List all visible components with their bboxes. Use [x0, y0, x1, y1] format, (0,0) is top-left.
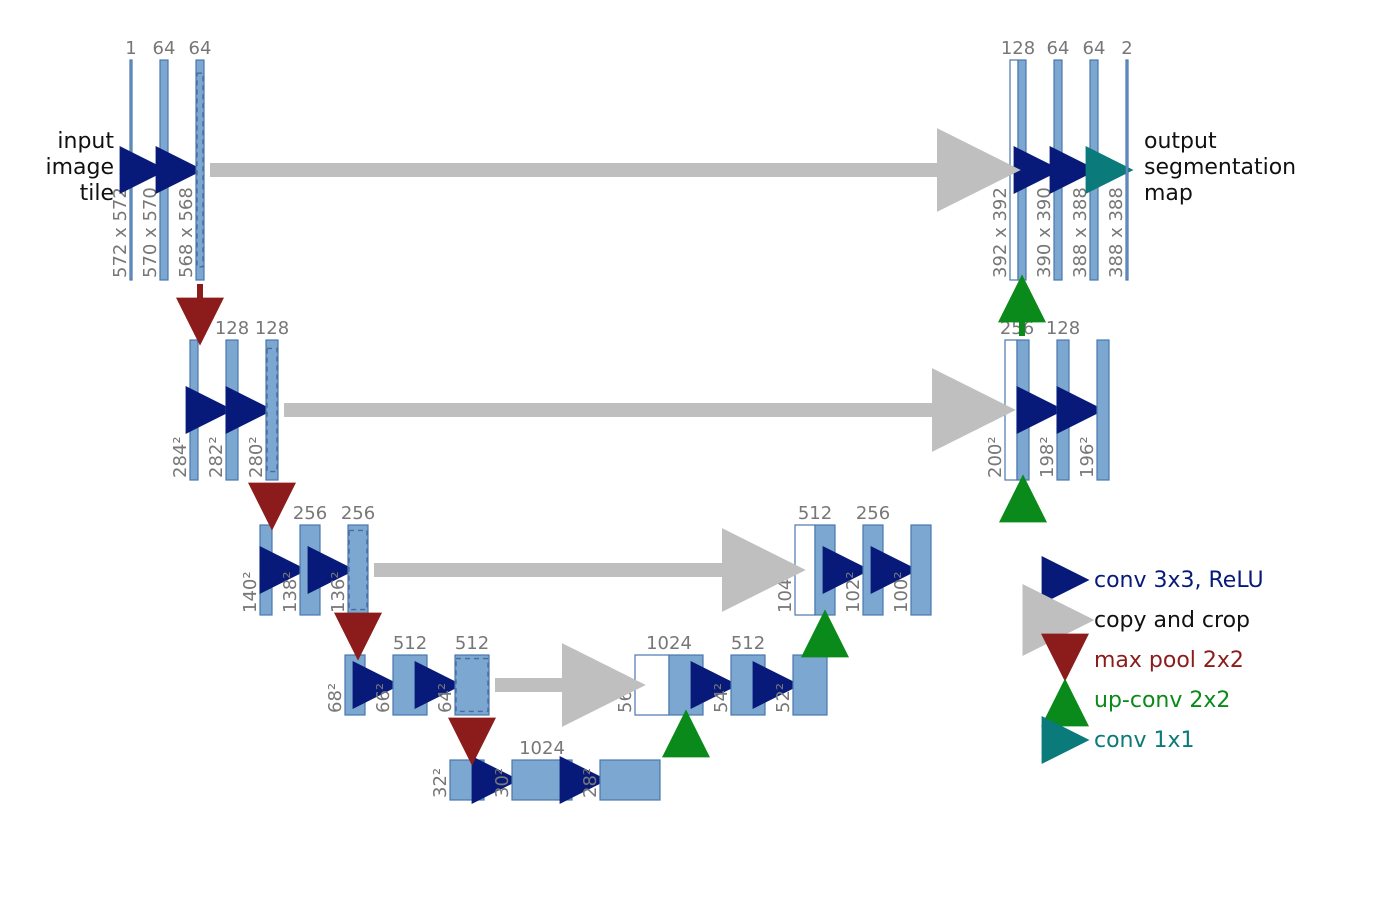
channel-count: 64	[189, 38, 212, 59]
channel-count: 512	[393, 633, 427, 654]
feature-map	[455, 655, 489, 715]
spatial-dim: 30²	[492, 768, 513, 798]
channel-count: 2	[1121, 38, 1132, 59]
channel-count: 1024	[519, 738, 565, 759]
feature-map	[1054, 60, 1062, 280]
concat-copied	[795, 525, 815, 615]
output-label: output	[1144, 129, 1217, 154]
channel-count: 512	[731, 633, 765, 654]
spatial-dim: 568 x 568	[176, 187, 197, 278]
spatial-dim: 390 x 390	[1034, 187, 1055, 278]
spatial-dim: 32²	[430, 768, 451, 798]
spatial-dim: 28²	[580, 768, 601, 798]
feature-map	[793, 655, 827, 715]
channel-count: 128	[255, 318, 289, 339]
spatial-dim: 570 x 570	[140, 187, 161, 278]
channel-count: 512	[455, 633, 489, 654]
spatial-dim: 392 x 392	[990, 187, 1011, 278]
output-label: segmentation	[1144, 155, 1296, 180]
spatial-dim: 104²	[775, 571, 796, 613]
feature-map	[600, 760, 660, 800]
feature-map	[260, 525, 272, 615]
spatial-dim: 100²	[891, 571, 912, 613]
spatial-dim: 284²	[170, 436, 191, 478]
feature-map	[345, 655, 365, 715]
channel-count: 1024	[646, 633, 692, 654]
feature-map	[348, 525, 368, 615]
legend-conv-label: conv 3x3, ReLU	[1094, 568, 1264, 593]
feature-map	[512, 760, 572, 800]
feature-map	[731, 655, 765, 715]
feature-map	[863, 525, 883, 615]
channel-count: 256	[856, 503, 890, 524]
concat-upsampled	[1018, 60, 1026, 280]
spatial-dim: 388 x 388	[1106, 187, 1127, 278]
feature-map	[266, 340, 278, 480]
channel-count: 256	[1000, 318, 1034, 339]
feature-map	[393, 655, 427, 715]
feature-map	[1097, 340, 1109, 480]
concat-copied	[1010, 60, 1018, 280]
channel-count: 128	[215, 318, 249, 339]
concat-upsampled	[815, 525, 835, 615]
spatial-dim: 282²	[206, 436, 227, 478]
channel-count: 256	[341, 503, 375, 524]
legend-copy-label: copy and crop	[1094, 608, 1250, 633]
spatial-dim: 68²	[325, 683, 346, 713]
feature-map	[300, 525, 320, 615]
spatial-dim: 280²	[246, 436, 267, 478]
feature-map	[160, 60, 168, 280]
spatial-dim: 136²	[328, 571, 349, 613]
output-label: map	[1144, 181, 1193, 206]
channel-count: 128	[1001, 38, 1035, 59]
input-label: input	[57, 129, 114, 154]
legend-pool-label: max pool 2x2	[1094, 648, 1244, 673]
spatial-dim: 198²	[1037, 436, 1058, 478]
channel-count: 256	[293, 503, 327, 524]
spatial-dim: 140²	[240, 571, 261, 613]
spatial-dim: 388 x 388	[1070, 187, 1091, 278]
spatial-dim: 66²	[373, 683, 394, 713]
spatial-dim: 200²	[985, 436, 1006, 478]
spatial-dim: 54²	[711, 683, 732, 713]
spatial-dim: 64²	[435, 683, 456, 713]
feature-map	[190, 340, 198, 480]
legend-upconv-label: up-conv 2x2	[1094, 688, 1230, 713]
concat-copied	[1005, 340, 1017, 480]
spatial-dim: 102²	[843, 571, 864, 613]
channel-count: 1	[125, 38, 136, 59]
input-label: tile	[80, 181, 114, 206]
input-label: image	[45, 155, 114, 180]
feature-map	[1090, 60, 1098, 280]
spatial-dim: 138²	[280, 571, 301, 613]
spatial-dim: 52²	[773, 683, 794, 713]
channel-count: 128	[1046, 318, 1080, 339]
concat-copied	[635, 655, 669, 715]
feature-map	[450, 760, 484, 800]
channel-count: 64	[1083, 38, 1106, 59]
unet-diagram: 1572 x 57264570 x 57064568 x 568284²1282…	[0, 0, 1400, 914]
concat-upsampled	[669, 655, 703, 715]
concat-upsampled	[1017, 340, 1029, 480]
spatial-dim: 196²	[1077, 436, 1098, 478]
legend-conv1x1-label: conv 1x1	[1094, 728, 1195, 753]
channel-count: 512	[798, 503, 832, 524]
channel-count: 64	[1047, 38, 1070, 59]
feature-map	[911, 525, 931, 615]
feature-map	[226, 340, 238, 480]
feature-map	[1057, 340, 1069, 480]
channel-count: 64	[153, 38, 176, 59]
